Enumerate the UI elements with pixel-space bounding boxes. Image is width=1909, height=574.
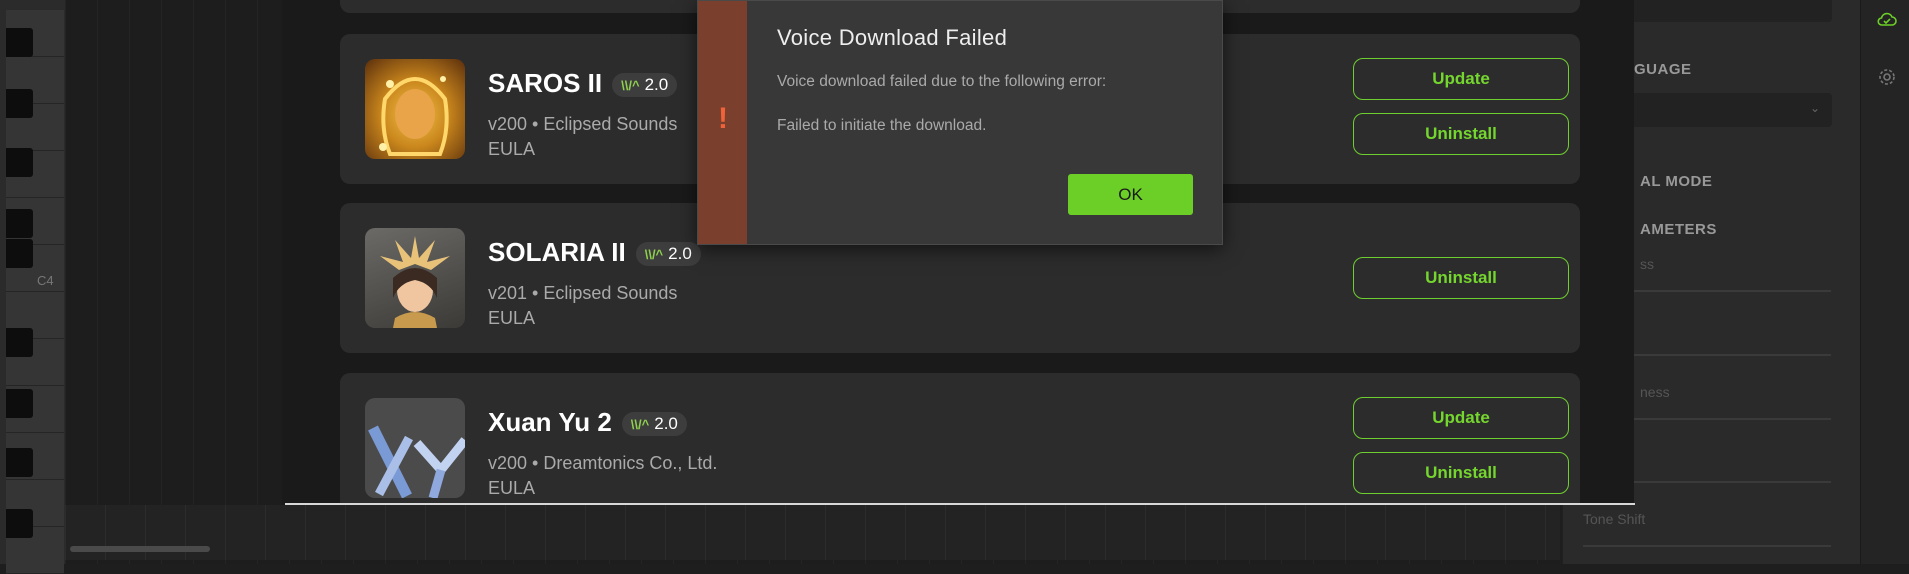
piano-black-key[interactable] bbox=[6, 448, 33, 477]
icon-rail bbox=[1860, 0, 1909, 564]
parameter-lane[interactable] bbox=[65, 505, 1560, 560]
tone-shift-label: Tone Shift bbox=[1583, 511, 1646, 527]
waveform-icon: \\/^ bbox=[630, 417, 650, 433]
piano-black-key[interactable] bbox=[6, 509, 33, 538]
parameters-label: AMETERS bbox=[1640, 221, 1717, 238]
eula-link[interactable]: EULA bbox=[488, 308, 535, 329]
piano-keyboard[interactable]: C4 bbox=[0, 0, 65, 574]
language-label: GUAGE bbox=[1634, 61, 1692, 78]
voice-meta: v201 • Eclipsed Sounds bbox=[488, 283, 678, 303]
badge-text: 2.0 bbox=[644, 75, 669, 95]
chevron-down-icon: ⌄ bbox=[1809, 101, 1820, 115]
piano-black-key[interactable] bbox=[6, 389, 33, 418]
voice-name: SAROS II \\/^ 2.0 bbox=[488, 68, 678, 99]
xuan-yu-logo-icon bbox=[368, 425, 465, 498]
horizontal-scrollbar[interactable] bbox=[70, 546, 210, 552]
c4-label: C4 bbox=[37, 273, 54, 288]
error-dialog: ! Voice Download Failed Voice download f… bbox=[697, 0, 1223, 245]
voice-name-text: SOLARIA II bbox=[488, 237, 626, 267]
voice-name-text: Xuan Yu 2 bbox=[488, 407, 612, 437]
voice-avatar-image bbox=[365, 228, 465, 328]
saros-portrait-icon bbox=[379, 76, 449, 156]
uninstall-button[interactable]: Uninstall bbox=[1353, 113, 1569, 155]
waveform-icon: \\/^ bbox=[621, 78, 640, 94]
solaria-portrait-icon bbox=[380, 236, 450, 328]
voice-card-xuan-yu-2: Xuan Yu 2 \\/^ 2.0 v200 • Dreamtonics Co.,… bbox=[340, 373, 1580, 505]
badge-text: 2.0 bbox=[668, 244, 692, 264]
waveform-icon: \\/^ bbox=[644, 247, 664, 263]
badge-text: 2.0 bbox=[654, 414, 678, 434]
dialog-detail: Failed to initiate the download. bbox=[777, 117, 987, 134]
voice-name: Xuan Yu 2 \\/^ 2.0 bbox=[488, 407, 687, 438]
tone-shift-slider[interactable] bbox=[1583, 545, 1831, 547]
piano-black-key[interactable] bbox=[6, 28, 33, 57]
eula-link[interactable]: EULA bbox=[488, 478, 535, 499]
param-field-label: ness bbox=[1640, 384, 1670, 400]
dialog-title: Voice Download Failed bbox=[777, 25, 1008, 50]
gear-icon[interactable] bbox=[1876, 66, 1898, 88]
version-badge: \\/^ 2.0 bbox=[635, 242, 701, 267]
uninstall-button[interactable]: Uninstall bbox=[1353, 257, 1569, 299]
version-badge: \\/^ 2.0 bbox=[612, 73, 678, 98]
update-button[interactable]: Update bbox=[1353, 58, 1569, 100]
piano-black-key[interactable] bbox=[6, 328, 33, 357]
voice-meta: v200 • Dreamtonics Co., Ltd. bbox=[488, 453, 718, 473]
voice-avatar-image bbox=[365, 398, 465, 498]
voice-name: SOLARIA II \\/^ 2.0 bbox=[488, 237, 701, 268]
update-button[interactable]: Update bbox=[1353, 397, 1569, 439]
voice-meta: v200 • Eclipsed Sounds bbox=[488, 114, 678, 134]
cloud-check-icon[interactable] bbox=[1876, 8, 1898, 30]
piano-black-key[interactable] bbox=[6, 148, 33, 177]
eula-link[interactable]: EULA bbox=[488, 139, 535, 160]
voice-name-text: SAROS II bbox=[488, 68, 603, 98]
ok-button[interactable]: OK bbox=[1068, 174, 1193, 215]
dialog-message: Voice download failed due to the followi… bbox=[777, 73, 1107, 90]
exclamation-icon: ! bbox=[718, 102, 728, 135]
version-badge: \\/^ 2.0 bbox=[621, 412, 687, 437]
piano-black-key[interactable] bbox=[6, 209, 33, 238]
piano-black-key[interactable] bbox=[6, 89, 33, 118]
window-divider bbox=[285, 503, 1635, 505]
voice-avatar-image bbox=[365, 59, 465, 159]
uninstall-button[interactable]: Uninstall bbox=[1353, 452, 1569, 494]
mode-label: AL MODE bbox=[1640, 173, 1713, 190]
param-field-label: ss bbox=[1640, 256, 1654, 272]
piano-black-key[interactable] bbox=[6, 239, 33, 268]
